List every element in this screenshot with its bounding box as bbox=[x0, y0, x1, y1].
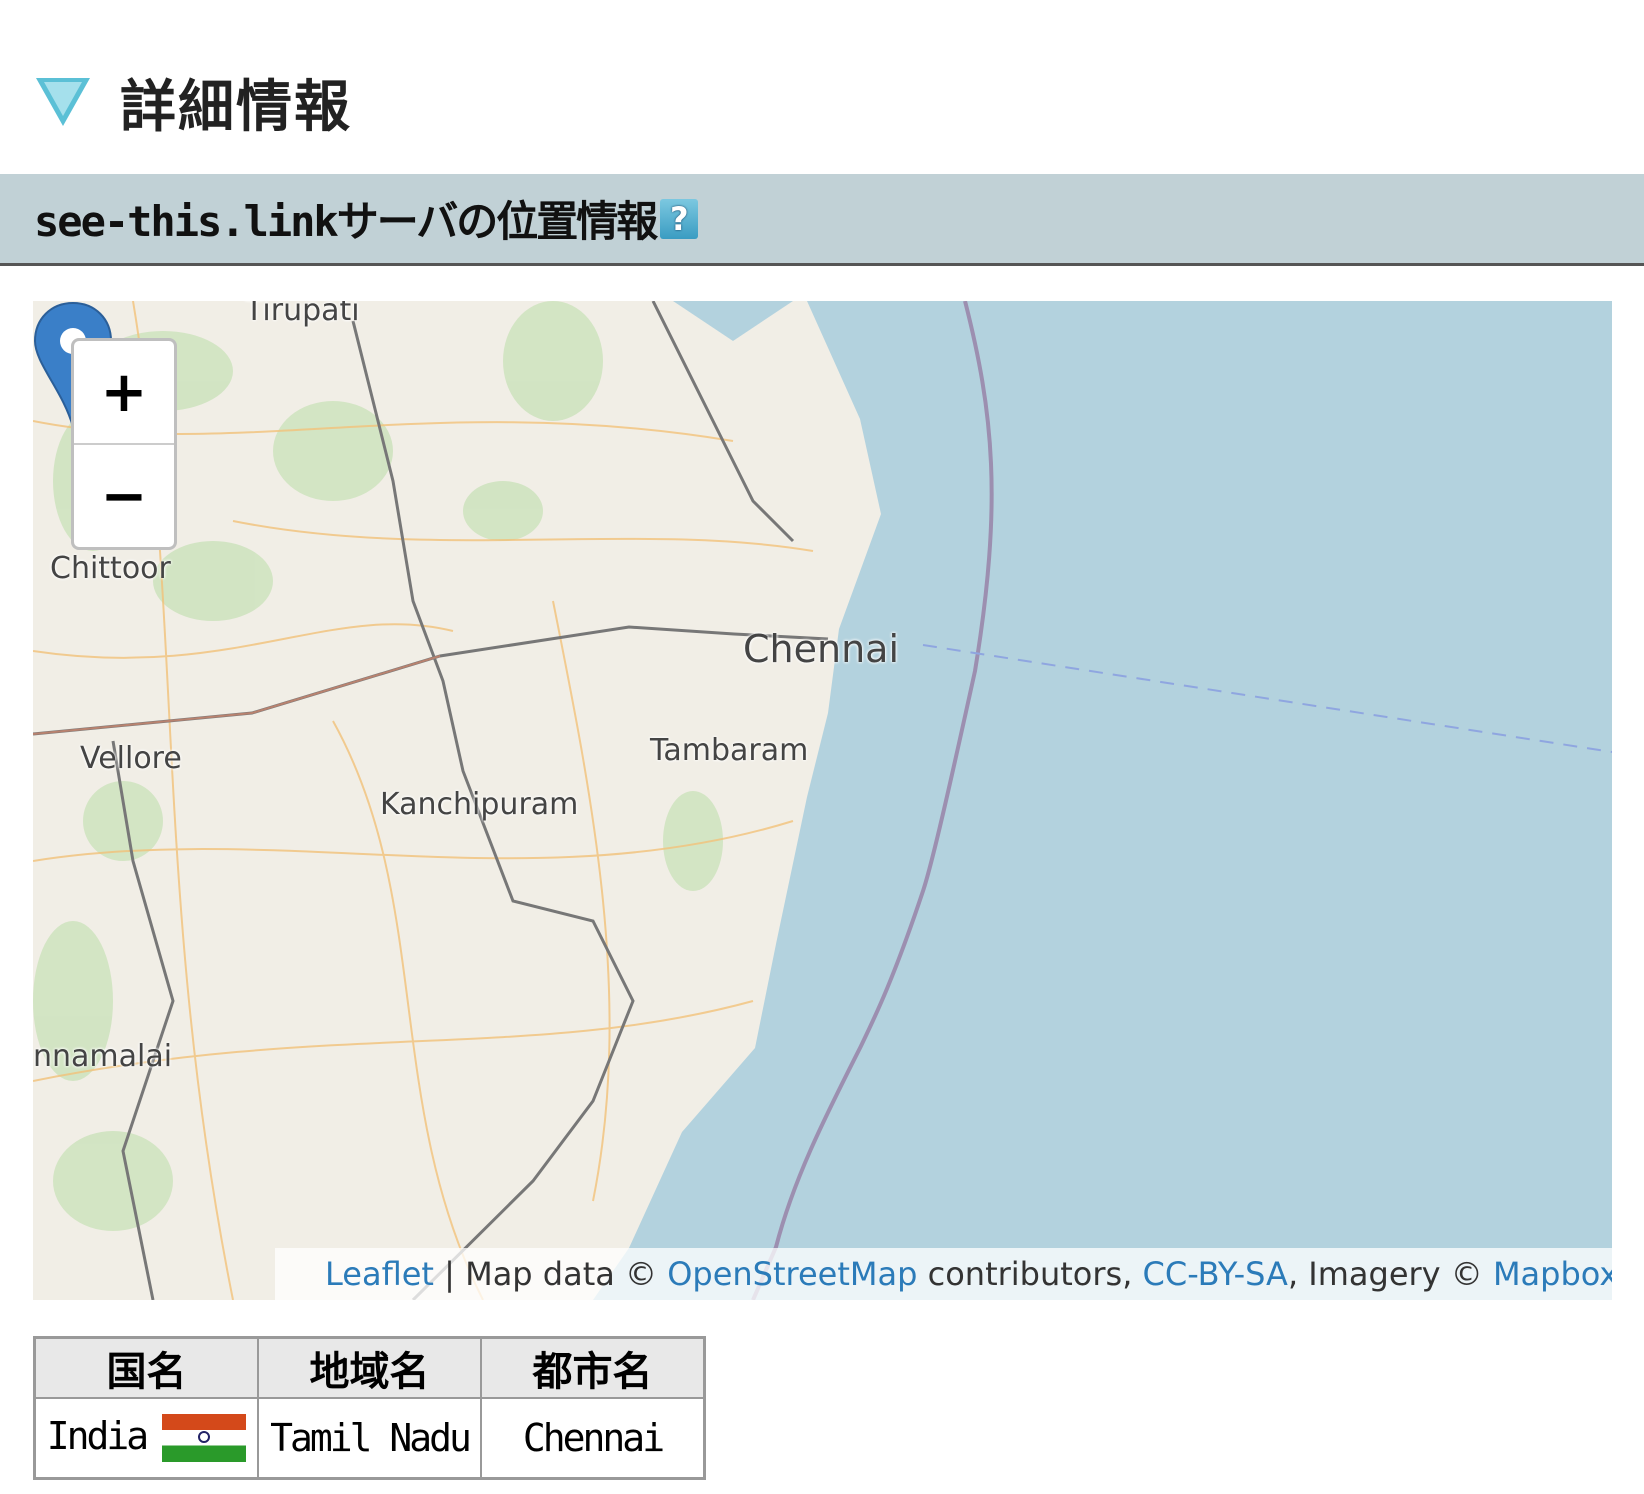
help-icon[interactable]: ? bbox=[660, 198, 699, 239]
map-label-vellore: Vellore bbox=[80, 741, 182, 776]
map-label-chittoor: Chittoor bbox=[50, 551, 171, 586]
attribution-text: , Imagery © bbox=[1287, 1255, 1493, 1293]
cell-country: India bbox=[33, 1397, 259, 1480]
zoom-in-button[interactable]: + bbox=[74, 341, 174, 445]
map-tiles bbox=[33, 301, 1612, 1300]
header-city: 都市名 bbox=[480, 1336, 706, 1399]
attribution-text: | Map data © bbox=[433, 1255, 668, 1293]
map-label-tirupati: Tirupati bbox=[245, 301, 360, 328]
country-name: India bbox=[46, 1413, 149, 1458]
subsection-bar: see-this.linkサーバの位置情報? bbox=[0, 174, 1644, 266]
map-label-kanchipuram: Kanchipuram bbox=[380, 787, 579, 822]
location-map[interactable]: Tirupati Chittoor Vellore Kanchipuram Ta… bbox=[33, 301, 1612, 1300]
cell-region: Tamil Nadu bbox=[257, 1397, 482, 1480]
header-country: 国名 bbox=[33, 1336, 259, 1399]
zoom-control: + − bbox=[71, 338, 177, 550]
section-header[interactable]: 詳細情報 bbox=[36, 62, 352, 142]
table-row: India Tamil Nadu Chennai bbox=[33, 1397, 706, 1480]
section-title: 詳細情報 bbox=[120, 74, 352, 140]
header-region: 地域名 bbox=[257, 1336, 482, 1399]
cell-city: Chennai bbox=[480, 1397, 706, 1480]
map-label-chennai: Chennai bbox=[743, 627, 900, 671]
map-label-tiruvannamalai: nnamalai bbox=[33, 1039, 173, 1074]
location-table: 国名 地域名 都市名 India Tamil Nadu Chennai bbox=[33, 1336, 706, 1480]
collapse-triangle-icon[interactable] bbox=[36, 78, 90, 126]
mapbox-link[interactable]: Mapbox bbox=[1493, 1255, 1612, 1293]
map-attribution: Leaflet | Map data © OpenStreetMap contr… bbox=[275, 1248, 1612, 1300]
india-flag-icon bbox=[162, 1414, 247, 1463]
license-link[interactable]: CC-BY-SA bbox=[1143, 1255, 1288, 1293]
subsection-title: see-this.linkサーバの位置情報 bbox=[34, 197, 658, 246]
attribution-text: contributors, bbox=[917, 1255, 1143, 1293]
map-label-tambaram: Tambaram bbox=[650, 733, 809, 768]
zoom-out-button[interactable]: − bbox=[74, 445, 174, 547]
openstreetmap-link[interactable]: OpenStreetMap bbox=[667, 1255, 917, 1293]
leaflet-link[interactable]: Leaflet bbox=[325, 1255, 434, 1293]
